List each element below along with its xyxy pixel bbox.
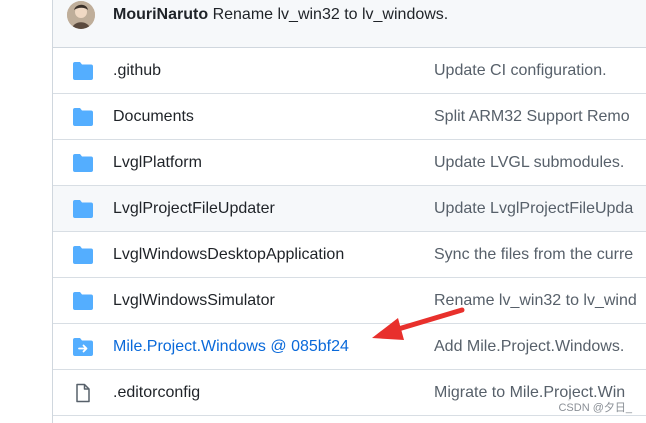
file-row-lvglplatform[interactable]: LvglPlatform Update LVGL submodules. xyxy=(53,140,646,186)
folder-icon xyxy=(73,108,93,126)
submodule-folder-icon xyxy=(73,338,93,356)
file-row-lvglprojectfileupdater[interactable]: LvglProjectFileUpdater Update LvglProjec… xyxy=(53,186,646,232)
folder-icon xyxy=(73,62,93,80)
file-row-mile-project-windows[interactable]: Mile.Project.Windows @ 085bf24 Add Mile.… xyxy=(53,324,646,370)
folder-icon xyxy=(73,292,93,310)
file-commit-message[interactable]: Add Mile.Project.Windows. xyxy=(434,337,624,357)
file-commit-message[interactable]: Update CI configuration. xyxy=(434,61,607,81)
file-name[interactable]: .github xyxy=(113,61,161,81)
file-row-github[interactable]: .github Update CI configuration. xyxy=(53,48,646,94)
latest-commit-text: MouriNaruto Rename lv_win32 to lv_window… xyxy=(113,5,448,25)
commit-author[interactable]: MouriNaruto xyxy=(113,6,208,23)
commit-message[interactable]: Rename lv_win32 to lv_windows. xyxy=(213,6,449,23)
file-list: .github Update CI configuration. Documen… xyxy=(53,48,646,416)
file-commit-message[interactable]: Sync the files from the curre xyxy=(434,245,633,265)
file-browser: MouriNaruto Rename lv_win32 to lv_window… xyxy=(0,0,646,423)
file-name[interactable]: .editorconfig xyxy=(113,383,200,403)
file-name[interactable]: Documents xyxy=(113,107,194,127)
file-name[interactable]: LvglProjectFileUpdater xyxy=(113,199,275,219)
submodule-link[interactable]: Mile.Project.Windows @ 085bf24 xyxy=(113,337,349,357)
folder-icon xyxy=(73,154,93,172)
file-row-documents[interactable]: Documents Split ARM32 Support Remo xyxy=(53,94,646,140)
watermark: CSDN @夕日_ xyxy=(556,399,634,415)
file-icon xyxy=(76,383,90,403)
avatar-image xyxy=(67,1,95,29)
file-name[interactable]: LvglWindowsDesktopApplication xyxy=(113,245,344,265)
file-commit-message[interactable]: Update LvglProjectFileUpda xyxy=(434,199,633,219)
file-name[interactable]: LvglPlatform xyxy=(113,153,202,173)
file-commit-message[interactable]: Update LVGL submodules. xyxy=(434,153,624,173)
file-row-lvglwindowsdesktopapplication[interactable]: LvglWindowsDesktopApplication Sync the f… xyxy=(53,232,646,278)
folder-icon xyxy=(73,200,93,218)
file-commit-message[interactable]: Rename lv_win32 to lv_wind xyxy=(434,291,637,311)
file-name[interactable]: LvglWindowsSimulator xyxy=(113,291,275,311)
file-commit-message[interactable]: Split ARM32 Support Remo xyxy=(434,107,630,127)
folder-icon xyxy=(73,246,93,264)
file-row-lvglwindowssimulator[interactable]: LvglWindowsSimulator Rename lv_win32 to … xyxy=(53,278,646,324)
latest-commit-bar: MouriNaruto Rename lv_win32 to lv_window… xyxy=(53,0,646,48)
avatar[interactable] xyxy=(67,1,95,29)
